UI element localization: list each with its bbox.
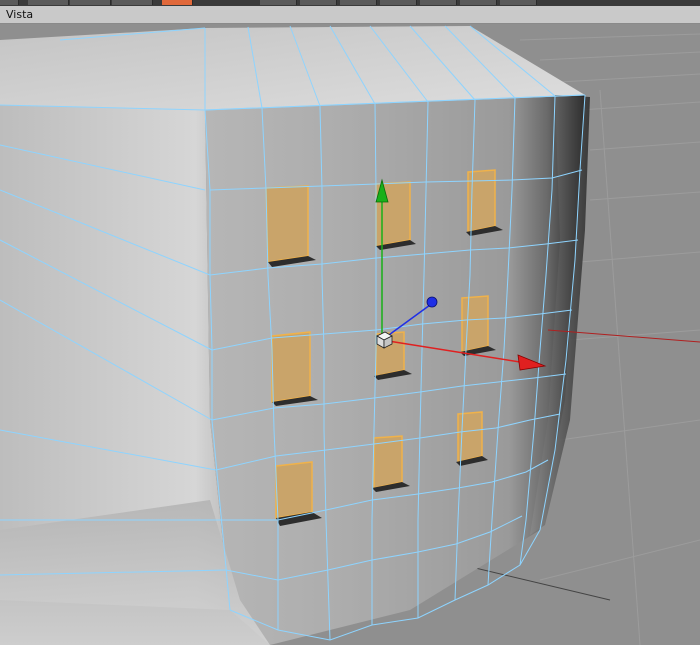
cinema4d-viewport-window: Vista: [0, 0, 700, 645]
toolbar-button-11[interactable]: [500, 0, 537, 5]
toolbar-button-9[interactable]: [420, 0, 457, 5]
toolbar-button-7[interactable]: [340, 0, 377, 5]
window-1: [265, 185, 316, 267]
toolbar-button-4[interactable]: [112, 0, 153, 5]
toolbar-button-6[interactable]: [300, 0, 337, 5]
gizmo-z-handle[interactable]: [426, 296, 438, 308]
toolbar-button-10[interactable]: [460, 0, 497, 5]
toolbar-button-1[interactable]: [0, 0, 19, 5]
menu-vista[interactable]: Vista: [6, 7, 33, 22]
toolbar-button-active[interactable]: [162, 0, 193, 5]
toolbar-button-8[interactable]: [380, 0, 417, 5]
toolbar-button-5[interactable]: [260, 0, 297, 5]
toolbar-button-2[interactable]: [28, 0, 69, 5]
viewport-menubar: Vista: [0, 6, 700, 24]
cube-mesh[interactable]: [0, 25, 590, 645]
toolbar-button-3[interactable]: [70, 0, 111, 5]
3d-viewport[interactable]: [0, 24, 700, 645]
viewport-canvas[interactable]: [0, 24, 700, 645]
